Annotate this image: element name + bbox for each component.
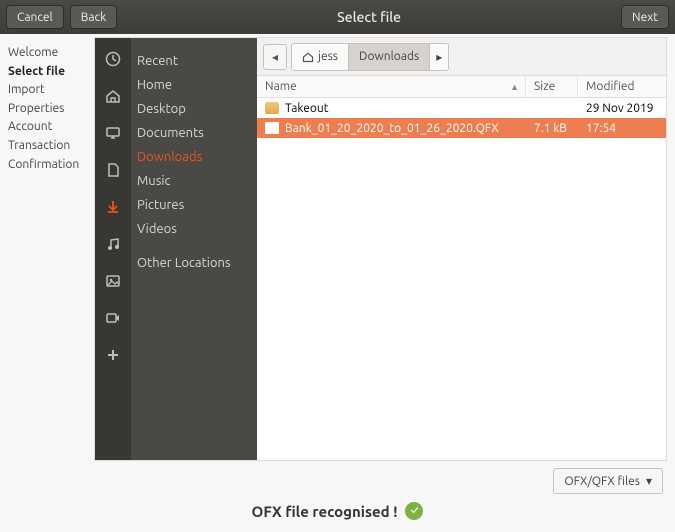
crumb-downloads[interactable]: Downloads	[349, 44, 430, 70]
place-recent[interactable]: Recent	[131, 49, 257, 73]
step-welcome: Welcome	[8, 44, 86, 63]
downloads-icon	[104, 198, 122, 216]
folder-icon	[265, 102, 279, 114]
step-transaction: Transaction	[8, 137, 86, 156]
file-name: Bank_01_20_2020_to_01_26_2020.QFX	[285, 122, 499, 135]
chevron-down-icon: ▾	[646, 474, 652, 488]
sort-asc-icon: ▲	[510, 82, 519, 92]
wizard-steps: Welcome Select file Import Properties Ac…	[0, 34, 94, 464]
desktop-icon	[104, 124, 122, 142]
place-pictures[interactable]: Pictures	[131, 193, 257, 217]
plus-icon	[104, 346, 122, 364]
column-size[interactable]: Size	[526, 76, 578, 97]
status-message: OFX file recognised ! ✓	[252, 502, 424, 520]
clock-icon	[104, 50, 122, 68]
filter-label: OFX/QFX files	[564, 475, 640, 488]
file-modified: 17:54	[578, 122, 666, 135]
documents-icon	[104, 161, 122, 179]
cancel-button[interactable]: Cancel	[6, 5, 64, 29]
crumb-home[interactable]: jess	[292, 44, 349, 70]
back-button[interactable]: Back	[70, 5, 117, 29]
file-row-folder[interactable]: Takeout 29 Nov 2019	[257, 98, 666, 118]
step-select-file: Select file	[8, 63, 86, 82]
home-icon	[104, 87, 122, 105]
file-list: Takeout 29 Nov 2019 Bank_01_20_2020_to_0…	[257, 98, 666, 460]
step-confirmation: Confirmation	[8, 156, 86, 175]
crumb-forward[interactable]: ▸	[430, 44, 448, 70]
breadcrumb: jess Downloads ▸	[291, 43, 449, 71]
pictures-icon	[104, 272, 122, 290]
file-name: Takeout	[285, 102, 328, 115]
step-import: Import	[8, 81, 86, 100]
step-account: Account	[8, 118, 86, 137]
place-other-locations[interactable]: Other Locations	[131, 251, 257, 275]
path-back-button[interactable]: ◂	[263, 44, 287, 70]
videos-icon	[104, 309, 122, 327]
file-chooser: Recent Home Desktop Documents Downloads …	[94, 37, 667, 461]
crumb-label: jess	[318, 50, 338, 63]
file-list-header: Name ▲ Size Modified	[257, 76, 666, 98]
places-list: Recent Home Desktop Documents Downloads …	[131, 38, 257, 460]
file-row-selected[interactable]: Bank_01_20_2020_to_01_26_2020.QFX 7.1 kB…	[257, 118, 666, 138]
file-modified: 29 Nov 2019	[578, 102, 666, 115]
place-home[interactable]: Home	[131, 73, 257, 97]
next-button[interactable]: Next	[621, 5, 669, 29]
home-icon	[302, 51, 314, 63]
titlebar: Cancel Back Select file Next	[0, 0, 675, 34]
place-downloads[interactable]: Downloads	[131, 145, 257, 169]
file-pane: ◂ jess Downloads ▸ Name ▲ Size	[257, 38, 666, 460]
file-filter-button[interactable]: OFX/QFX files ▾	[553, 468, 663, 494]
file-icon	[265, 122, 279, 134]
footer: OFX/QFX files ▾ OFX file recognised ! ✓	[0, 464, 675, 532]
file-size: 7.1 kB	[526, 122, 578, 135]
column-modified[interactable]: Modified	[578, 76, 666, 97]
crumb-label: Downloads	[359, 50, 419, 63]
window-title: Select file	[117, 9, 621, 25]
check-icon: ✓	[405, 502, 423, 520]
place-videos[interactable]: Videos	[131, 217, 257, 241]
place-desktop[interactable]: Desktop	[131, 97, 257, 121]
music-icon	[104, 235, 122, 253]
place-music[interactable]: Music	[131, 169, 257, 193]
column-name[interactable]: Name ▲	[257, 76, 526, 97]
path-bar: ◂ jess Downloads ▸	[257, 38, 666, 76]
places-iconrail	[95, 38, 131, 460]
status-text: OFX file recognised !	[252, 503, 398, 520]
step-properties: Properties	[8, 100, 86, 119]
place-documents[interactable]: Documents	[131, 121, 257, 145]
